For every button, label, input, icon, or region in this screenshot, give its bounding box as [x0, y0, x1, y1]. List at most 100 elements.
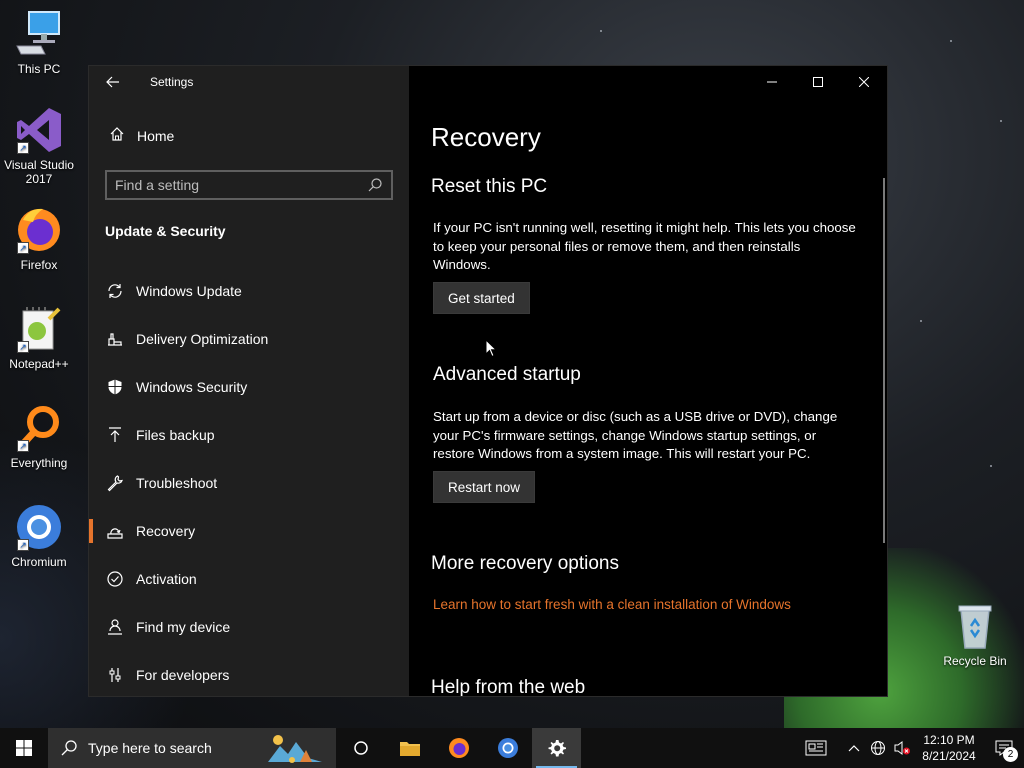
- sidebar-home[interactable]: Home: [105, 126, 174, 145]
- network-button[interactable]: [866, 728, 890, 768]
- taskbar: Type here to search 12:10 PM 8/21/2024 2: [0, 728, 1024, 768]
- sidebar-item-activation[interactable]: Activation: [89, 555, 409, 603]
- shield-icon: [105, 377, 125, 397]
- recycle-bin-icon: [951, 602, 999, 650]
- sidebar-nav-list: Windows Update Delivery Optimization Win…: [89, 267, 409, 696]
- sidebar-item-windows-security[interactable]: Windows Security: [89, 363, 409, 411]
- recovery-icon: [105, 521, 125, 541]
- action-center-button[interactable]: 2: [984, 728, 1024, 768]
- chevron-up-icon: [848, 745, 860, 752]
- sidebar-item-label: Activation: [136, 571, 197, 587]
- task-view-button[interactable]: [336, 728, 385, 768]
- system-tray: 12:10 PM 8/21/2024 2: [796, 728, 1024, 768]
- find-setting-input[interactable]: [115, 177, 367, 193]
- settings-sidebar: Settings Home Update & Security Windows …: [89, 66, 409, 696]
- help-web-heading: Help from the web: [431, 677, 586, 697]
- taskbar-firefox[interactable]: [434, 728, 483, 768]
- desktop-icon-this-pc[interactable]: This PC: [0, 10, 78, 76]
- arrow-left-icon: [106, 76, 119, 88]
- minimize-button[interactable]: [749, 66, 795, 98]
- reset-description: If your PC isn't running well, resetting…: [433, 220, 856, 272]
- volume-button[interactable]: [890, 728, 914, 768]
- desktop-icon-everything[interactable]: ↗ Everything: [0, 404, 78, 470]
- sidebar-item-troubleshoot[interactable]: Troubleshoot: [89, 459, 409, 507]
- desktop-icon-recycle-bin[interactable]: Recycle Bin: [936, 602, 1014, 668]
- close-icon: [859, 77, 869, 87]
- sidebar-item-label: Files backup: [136, 427, 215, 443]
- desktop-icon-notepadpp[interactable]: ↗ Notepad++: [0, 305, 78, 371]
- sidebar-item-label: Find my device: [136, 619, 231, 635]
- advanced-startup-heading: Advanced startup: [433, 364, 581, 385]
- start-button[interactable]: [0, 728, 48, 768]
- upload-arrow-icon: [105, 425, 125, 445]
- sidebar-item-label: Recovery: [136, 523, 196, 539]
- developer-sliders-icon: [105, 665, 125, 685]
- sidebar-item-label: Windows Security: [136, 379, 248, 395]
- shortcut-arrow-icon: ↗: [17, 539, 29, 551]
- taskbar-settings[interactable]: [532, 728, 581, 768]
- news-widget-button[interactable]: [796, 728, 836, 768]
- chromium-icon: ↗: [15, 503, 63, 551]
- desktop-icon-visual-studio[interactable]: ↗ Visual Studio 2017: [0, 106, 78, 186]
- more-recovery-heading: More recovery options: [431, 553, 619, 574]
- page-title: Recovery: [431, 122, 541, 152]
- person-pin-icon: [105, 617, 125, 637]
- advanced-startup-description: Start up from a device or disc (such as …: [433, 409, 838, 461]
- maximize-icon: [813, 77, 823, 87]
- shortcut-arrow-icon: ↗: [17, 242, 29, 254]
- taskbar-clock[interactable]: 12:10 PM 8/21/2024: [914, 732, 984, 764]
- firefox-icon: ↗: [15, 206, 63, 254]
- desktop-icon-chromium[interactable]: ↗ Chromium: [0, 503, 78, 569]
- check-circle-icon: [105, 569, 125, 589]
- background-star: [920, 320, 922, 322]
- maximize-button[interactable]: [795, 66, 841, 98]
- sidebar-item-recovery[interactable]: Recovery: [89, 507, 409, 555]
- search-icon: [368, 178, 382, 192]
- delivery-icon: [105, 329, 125, 349]
- sidebar-item-windows-update[interactable]: Windows Update: [89, 267, 409, 315]
- back-button[interactable]: [89, 66, 137, 98]
- sidebar-item-label: Troubleshoot: [136, 475, 218, 491]
- firefox-icon: [448, 738, 469, 758]
- clock-time: 12:10 PM: [923, 733, 975, 747]
- sidebar-item-files-backup[interactable]: Files backup: [89, 411, 409, 459]
- window-title-bar: Settings: [89, 66, 409, 98]
- sidebar-item-label: Delivery Optimization: [136, 331, 269, 347]
- background-star: [600, 30, 602, 32]
- refresh-icon: [105, 281, 125, 301]
- sidebar-item-for-developers[interactable]: For developers: [89, 651, 409, 696]
- minimize-icon: [767, 81, 777, 83]
- sidebar-home-label: Home: [137, 127, 175, 144]
- clean-install-link[interactable]: Learn how to start fresh with a clean in…: [433, 597, 791, 612]
- search-highlight-icon: [268, 735, 322, 763]
- sidebar-item-delivery-optimization[interactable]: Delivery Optimization: [89, 315, 409, 363]
- news-icon: [805, 740, 827, 756]
- speaker-muted-icon: [894, 741, 910, 755]
- shortcut-arrow-icon: ↗: [17, 440, 29, 452]
- desktop-icon-label: Everything: [10, 456, 68, 470]
- cortana-circle-icon: [353, 741, 368, 755]
- desktop-icon-label: Firefox: [20, 258, 58, 272]
- window-controls: [749, 66, 887, 98]
- globe-icon: [871, 741, 885, 755]
- desktop-icon-label: This PC: [17, 62, 61, 76]
- taskbar-search-box[interactable]: Type here to search: [48, 728, 336, 768]
- taskbar-file-explorer[interactable]: [385, 728, 434, 768]
- window-title: Settings: [150, 75, 194, 89]
- desktop-icon-label: Chromium: [11, 555, 67, 569]
- windows-logo-icon: [16, 740, 32, 756]
- desktop-icon-label: Notepad++: [9, 357, 69, 371]
- taskbar-chromium[interactable]: [483, 728, 532, 768]
- gear-icon: [548, 740, 566, 757]
- get-started-button[interactable]: Get started: [433, 282, 530, 314]
- desktop-icon-label: Visual Studio 2017: [4, 158, 74, 186]
- sidebar-item-find-my-device[interactable]: Find my device: [89, 603, 409, 651]
- restart-now-button[interactable]: Restart now: [433, 471, 536, 503]
- show-hidden-icons-button[interactable]: [842, 728, 866, 768]
- everything-search-icon: ↗: [15, 404, 63, 452]
- taskbar-search-placeholder: Type here to search: [88, 740, 212, 756]
- desktop-icon-firefox[interactable]: ↗ Firefox: [0, 206, 78, 272]
- close-button[interactable]: [841, 66, 887, 98]
- settings-search-box[interactable]: [105, 170, 393, 200]
- content-scrollbar[interactable]: [883, 178, 885, 543]
